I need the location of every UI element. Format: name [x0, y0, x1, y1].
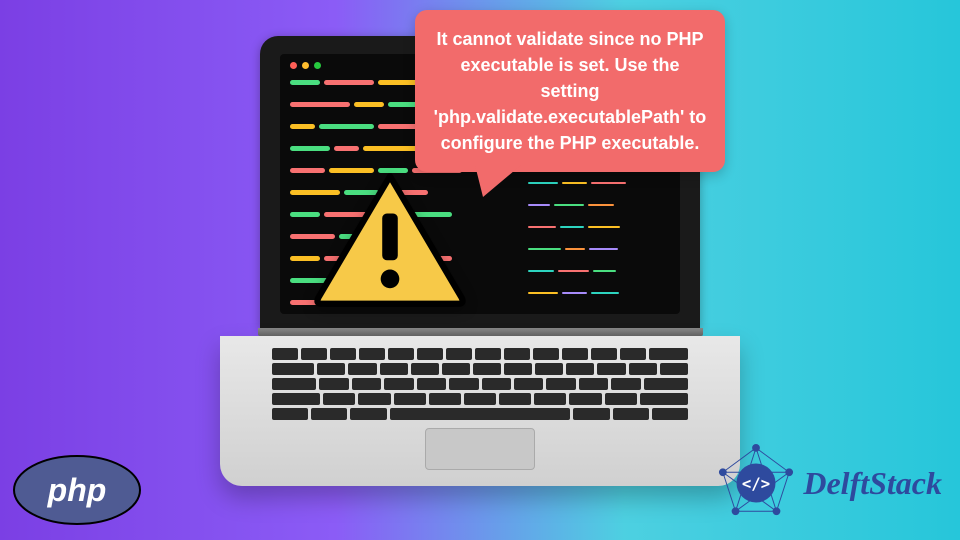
- delftstack-badge-icon: </>: [717, 444, 795, 522]
- php-logo: php: [12, 454, 142, 526]
- delftstack-text: DelftStack: [803, 465, 942, 502]
- keyboard: [272, 348, 688, 420]
- close-dot: [290, 62, 297, 69]
- maximize-dot: [314, 62, 321, 69]
- trackpad: [425, 428, 535, 470]
- minimize-dot: [302, 62, 309, 69]
- php-text: php: [47, 472, 107, 508]
- warning-icon: [310, 170, 470, 310]
- code-symbol: </>: [742, 475, 770, 493]
- error-bubble: It cannot validate since no PHP executab…: [415, 10, 725, 172]
- delftstack-brand: </> DelftStack: [717, 444, 942, 522]
- error-text: It cannot validate since no PHP executab…: [434, 29, 707, 153]
- laptop-deck: [220, 336, 740, 486]
- laptop-hinge: [258, 328, 703, 336]
